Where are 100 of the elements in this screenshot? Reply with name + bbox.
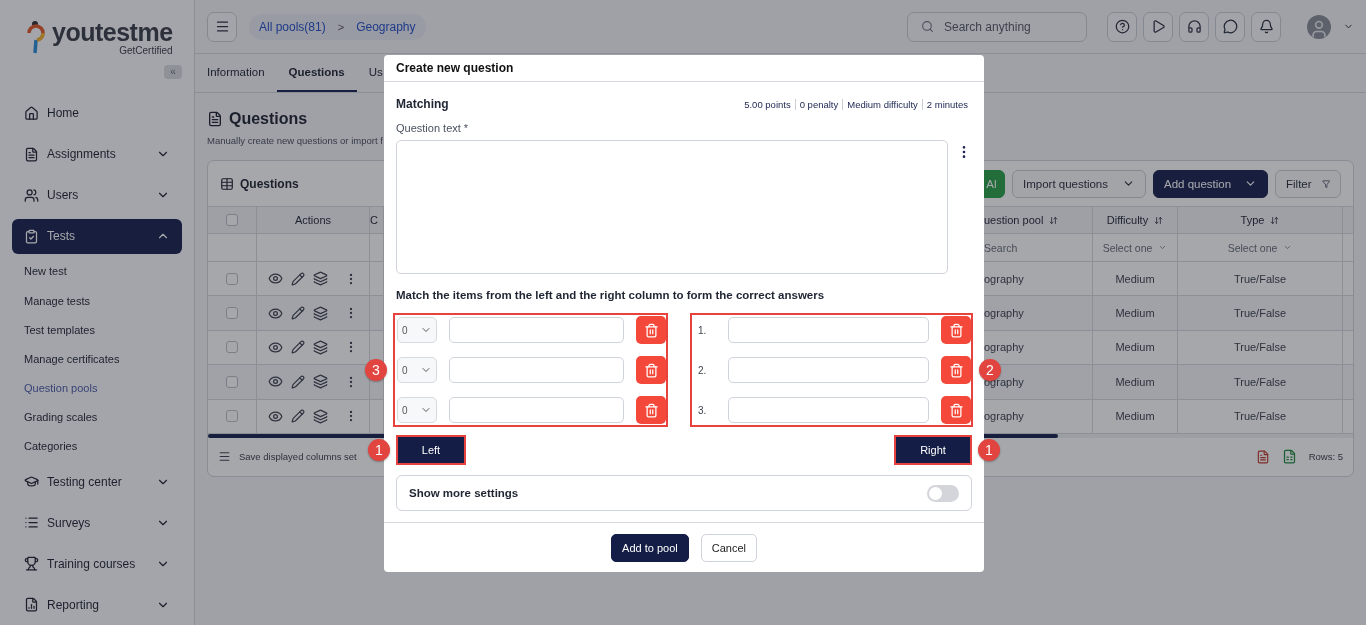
- order-dropdown[interactable]: 0: [397, 357, 437, 383]
- item-field[interactable]: [728, 397, 929, 423]
- row-checkbox[interactable]: [226, 307, 238, 320]
- column-header[interactable]: C: [370, 214, 378, 226]
- toggle-switch[interactable]: [927, 484, 959, 502]
- item-field[interactable]: [728, 357, 929, 383]
- delete-button[interactable]: [636, 356, 666, 384]
- nav-item[interactable]: Reporting: [12, 587, 182, 623]
- row-checkbox[interactable]: [226, 341, 238, 354]
- nav-item[interactable]: Home: [12, 95, 182, 131]
- avatar[interactable]: [1307, 14, 1331, 39]
- bell-button[interactable]: [1251, 11, 1281, 42]
- save-columns-link[interactable]: Save displayed columns set: [239, 451, 357, 463]
- layers-icon[interactable]: [313, 408, 328, 424]
- nav-item[interactable]: Testing center: [12, 464, 182, 500]
- table-cell: True/False: [1233, 341, 1287, 354]
- users-icon: [24, 187, 39, 203]
- filter-field[interactable]: Search: [984, 241, 1018, 254]
- toolbar-button[interactable]: Add question: [1153, 169, 1268, 198]
- item-field[interactable]: [449, 397, 624, 423]
- layers-icon[interactable]: [313, 271, 328, 287]
- nav-subitem[interactable]: Test templates: [12, 315, 182, 345]
- column-header[interactable]: Difficulty: [1106, 214, 1149, 226]
- layers-icon[interactable]: [313, 374, 328, 390]
- breadcrumb-link[interactable]: Geography: [356, 19, 416, 34]
- pencil-icon[interactable]: [291, 340, 305, 355]
- nav-item[interactable]: Users: [12, 177, 182, 213]
- table-title: Questions: [240, 176, 300, 191]
- nav-subitem[interactable]: Manage tests: [12, 286, 182, 316]
- callout-number: 1: [978, 439, 1000, 461]
- nav-item[interactable]: Surveys: [12, 505, 182, 541]
- eye-icon[interactable]: [268, 271, 283, 287]
- add-right-button[interactable]: Right: [894, 435, 972, 465]
- search-field[interactable]: Search anything: [907, 11, 1087, 42]
- nav-subitem[interactable]: Question pools: [12, 373, 182, 403]
- menu-button[interactable]: [207, 11, 237, 42]
- headphones-button[interactable]: [1179, 11, 1209, 42]
- column-header[interactable]: Type: [1240, 214, 1265, 226]
- pencil-icon[interactable]: [291, 306, 305, 321]
- eye-icon[interactable]: [268, 339, 283, 355]
- nav-subitem[interactable]: Categories: [12, 431, 182, 462]
- menu-icon[interactable]: [218, 450, 231, 464]
- eye-icon[interactable]: [268, 374, 283, 390]
- breadcrumb-link[interactable]: All pools(81): [259, 19, 326, 34]
- help-button[interactable]: [1107, 11, 1137, 42]
- sort-icon[interactable]: [1270, 215, 1280, 225]
- eye-icon[interactable]: [268, 408, 283, 424]
- pencil-icon[interactable]: [291, 409, 305, 424]
- question-meta: 5.00 points: [743, 98, 792, 110]
- chat-button[interactable]: [1215, 11, 1245, 42]
- nav-item[interactable]: Assignments: [12, 136, 182, 172]
- delete-button[interactable]: [941, 396, 971, 424]
- delete-button[interactable]: [636, 396, 666, 424]
- cancel-button[interactable]: Cancel: [700, 533, 757, 562]
- callout-number: 1: [368, 439, 390, 461]
- item-field[interactable]: [728, 317, 929, 343]
- item-field[interactable]: [449, 317, 624, 343]
- layers-icon[interactable]: [313, 339, 328, 355]
- pencil-icon[interactable]: [291, 271, 305, 286]
- row-checkbox[interactable]: [226, 272, 238, 285]
- page-tab[interactable]: Information: [207, 54, 277, 92]
- order-dropdown[interactable]: 0: [397, 397, 437, 423]
- list-icon: [24, 515, 39, 531]
- page-tab[interactable]: Questions: [276, 54, 357, 92]
- nav-subitem[interactable]: New test: [12, 256, 182, 286]
- sort-icon[interactable]: [1049, 215, 1059, 225]
- nav-subitem[interactable]: Grading scales: [12, 402, 182, 432]
- delete-button[interactable]: [941, 356, 971, 384]
- table-cell: Medium: [1115, 410, 1155, 423]
- row-checkbox[interactable]: [226, 375, 238, 388]
- caret-icon[interactable]: [1283, 243, 1293, 252]
- question-text-field[interactable]: [396, 140, 948, 274]
- layers-icon[interactable]: [313, 305, 328, 321]
- nav-item[interactable]: Training courses: [12, 546, 182, 582]
- item-field[interactable]: [449, 357, 624, 383]
- filter-dropdown[interactable]: Select one: [1102, 241, 1153, 254]
- nav-item[interactable]: Tests: [12, 218, 182, 254]
- delete-button[interactable]: [941, 316, 971, 344]
- breadcrumb-separator: >: [337, 20, 345, 33]
- caret-icon[interactable]: [1158, 243, 1168, 252]
- order-dropdown[interactable]: 0: [397, 317, 437, 343]
- pencil-icon[interactable]: [291, 374, 305, 389]
- column-header[interactable]: Actions: [294, 214, 332, 226]
- pdf-icon[interactable]: [1255, 449, 1270, 464]
- play-button[interactable]: [1143, 11, 1173, 42]
- column-header[interactable]: uestion pool: [984, 214, 1044, 226]
- filter-button[interactable]: Filter: [1275, 169, 1341, 198]
- select-all-checkbox[interactable]: [226, 214, 238, 226]
- add-left-button[interactable]: Left: [396, 435, 466, 465]
- settings-label: Show more settings: [409, 487, 519, 499]
- table-cell: True/False: [1233, 307, 1287, 320]
- add-button[interactable]: Add to pool: [611, 533, 689, 562]
- toolbar-button[interactable]: Import questions: [1012, 169, 1146, 198]
- nav-subitem[interactable]: Manage certificates: [12, 344, 182, 374]
- eye-icon[interactable]: [268, 305, 283, 321]
- filter-dropdown[interactable]: Select one: [1227, 241, 1278, 254]
- spreadsheet-icon[interactable]: [1281, 449, 1297, 465]
- row-checkbox[interactable]: [226, 410, 238, 423]
- sort-icon[interactable]: [1154, 215, 1164, 225]
- delete-button[interactable]: [636, 316, 666, 344]
